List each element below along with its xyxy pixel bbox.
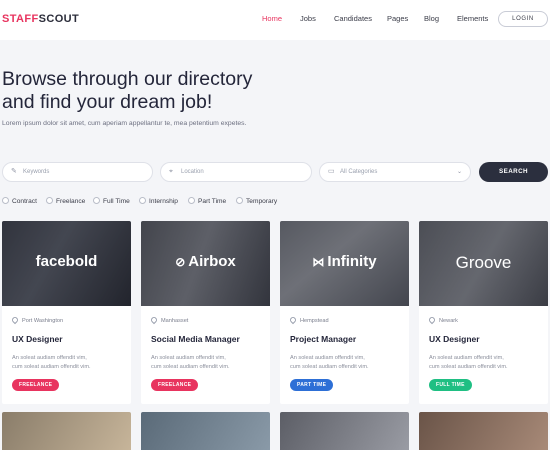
location-input[interactable]: ⌖ Location xyxy=(160,162,312,182)
hero-title-line-2: and find your dream job! xyxy=(2,91,213,113)
job-description-line: cum soleat audiam offendit vim. xyxy=(12,364,91,370)
company-name: Infinity xyxy=(327,253,377,270)
login-button[interactable]: LOGIN xyxy=(498,11,548,27)
filter-part-time[interactable]: Part Time xyxy=(188,197,226,206)
search-button[interactable]: SEARCH xyxy=(479,162,548,182)
job-card-image-partial[interactable] xyxy=(2,412,131,450)
job-location-text: Newark xyxy=(439,318,458,324)
filter-label: Temporary xyxy=(246,198,278,205)
logo-part-staff: STAFF xyxy=(2,13,39,25)
infinity-logo-icon: ⋈ xyxy=(312,255,325,269)
nav-pages[interactable]: Pages xyxy=(387,14,408,23)
checkbox-icon xyxy=(188,197,195,204)
job-title[interactable]: Social Media Manager xyxy=(151,334,240,344)
top-bar: STAFFSCOUT Home Jobs Candidates Pages Bl… xyxy=(0,0,550,40)
checkbox-icon xyxy=(2,197,9,204)
checkbox-icon xyxy=(236,197,243,204)
filter-label: Internship xyxy=(149,198,178,205)
job-card-image: Groove xyxy=(419,221,548,306)
location-pin-icon xyxy=(288,315,298,325)
nav-candidates[interactable]: Candidates xyxy=(334,14,372,23)
job-card[interactable]: ⊘ Airbox Manhasset Social Media Manager A… xyxy=(141,221,270,404)
company-logo: ⋈ Infinity xyxy=(280,253,409,270)
filter-freelance[interactable]: Freelance xyxy=(46,197,85,206)
job-description: An soleat audiam offendit vim, cum soleat… xyxy=(12,354,122,372)
location-pin-icon: ⌖ xyxy=(169,168,173,175)
job-description-line: An soleat audiam offendit vim, xyxy=(429,355,504,361)
hero-title-line-1: Browse through our directory xyxy=(2,68,253,90)
filter-label: Full Time xyxy=(103,198,130,205)
nav-blog[interactable]: Blog xyxy=(424,14,439,23)
job-type-badge: FULL TIME xyxy=(429,379,472,391)
job-location-text: Port Washington xyxy=(22,318,64,324)
filter-label: Contract xyxy=(12,198,37,205)
hero-subtitle: Lorem ipsum dolor sit amet, cum aperiam … xyxy=(2,120,247,127)
nav-home[interactable]: Home xyxy=(262,14,282,23)
checkbox-icon xyxy=(93,197,100,204)
location-pin-icon xyxy=(10,315,20,325)
pencil-icon: ✎ xyxy=(11,168,17,175)
job-card[interactable]: ⋈ Infinity Hempstead Project Manager An s… xyxy=(280,221,409,404)
job-title[interactable]: UX Designer xyxy=(12,334,63,344)
filter-temporary[interactable]: Temporary xyxy=(236,197,277,206)
chevron-down-icon: ⌄ xyxy=(456,169,462,175)
briefcase-icon: ▭ xyxy=(328,168,335,175)
job-location-text: Manhasset xyxy=(161,318,189,324)
filter-contract[interactable]: Contract xyxy=(2,197,37,206)
filter-label: Freelance xyxy=(56,198,86,205)
nav-jobs[interactable]: Jobs xyxy=(300,14,316,23)
location-pin-icon xyxy=(149,315,159,325)
location-pin-icon xyxy=(427,315,437,325)
job-description-line: An soleat audiam offendit vim, xyxy=(151,355,226,361)
company-logo: facebold xyxy=(35,253,98,270)
job-title[interactable]: Project Manager xyxy=(290,334,356,344)
filter-full-time[interactable]: Full Time xyxy=(93,197,130,206)
category-value: All Categories xyxy=(340,169,378,175)
job-card[interactable]: Groove Newark UX Designer An soleat audi… xyxy=(419,221,548,404)
job-card-image: facebold xyxy=(2,221,131,306)
hero-title: Browse through our directory and find yo… xyxy=(2,68,322,114)
job-card-image-partial[interactable] xyxy=(141,412,270,450)
company-name: Airbox xyxy=(188,253,236,270)
job-type-badge: FREELANCE xyxy=(12,379,60,391)
job-location-text: Hempstead xyxy=(300,318,329,324)
job-description: An soleat audiam offendit vim, cum soleat… xyxy=(429,354,539,372)
job-location: Manhasset xyxy=(149,315,189,325)
job-description-line: cum soleat audiam offendit vim. xyxy=(290,364,369,370)
logo-part-scout: SCOUT xyxy=(38,13,80,25)
job-card[interactable]: facebold Port Washington UX Designer An … xyxy=(2,221,131,404)
category-select[interactable]: ▭ All Categories ⌄ xyxy=(319,162,471,182)
airbox-logo-icon: ⊘ xyxy=(175,255,186,269)
company-logo: ⊘ Airbox xyxy=(141,253,270,270)
job-location: Newark xyxy=(427,315,458,325)
job-location: Hempstead xyxy=(288,315,329,325)
job-type-badge: PART TIME xyxy=(290,379,334,391)
filter-internship[interactable]: Internship xyxy=(139,197,178,206)
job-location: Port Washington xyxy=(10,315,64,325)
job-description-line: An soleat audiam offendit vim, xyxy=(290,355,365,361)
job-description: An soleat audiam offendit vim, cum soleat… xyxy=(151,354,261,372)
job-card-image: ⊘ Airbox xyxy=(141,221,270,306)
location-placeholder: Location xyxy=(181,169,204,175)
keywords-input[interactable]: ✎ Keywords xyxy=(2,162,153,182)
filter-label: Part Time xyxy=(198,198,227,205)
job-description-line: An soleat audiam offendit vim, xyxy=(12,355,87,361)
job-card-image: ⋈ Infinity xyxy=(280,221,409,306)
job-type-badge: FREELANCE xyxy=(151,379,199,391)
checkbox-icon xyxy=(46,197,53,204)
job-description-line: cum soleat audiam offendit vim. xyxy=(151,364,230,370)
keywords-placeholder: Keywords xyxy=(23,169,50,175)
nav-elements[interactable]: Elements xyxy=(457,14,488,23)
job-title[interactable]: UX Designer xyxy=(429,334,480,344)
checkbox-icon xyxy=(139,197,146,204)
job-card-image-partial[interactable] xyxy=(419,412,548,450)
job-description: An soleat audiam offendit vim, cum soleat… xyxy=(290,354,400,372)
job-description-line: cum soleat audiam offendit vim. xyxy=(429,364,508,370)
logo[interactable]: STAFFSCOUT xyxy=(2,13,79,25)
company-logo: Groove xyxy=(455,253,512,272)
job-card-image-partial[interactable] xyxy=(280,412,409,450)
